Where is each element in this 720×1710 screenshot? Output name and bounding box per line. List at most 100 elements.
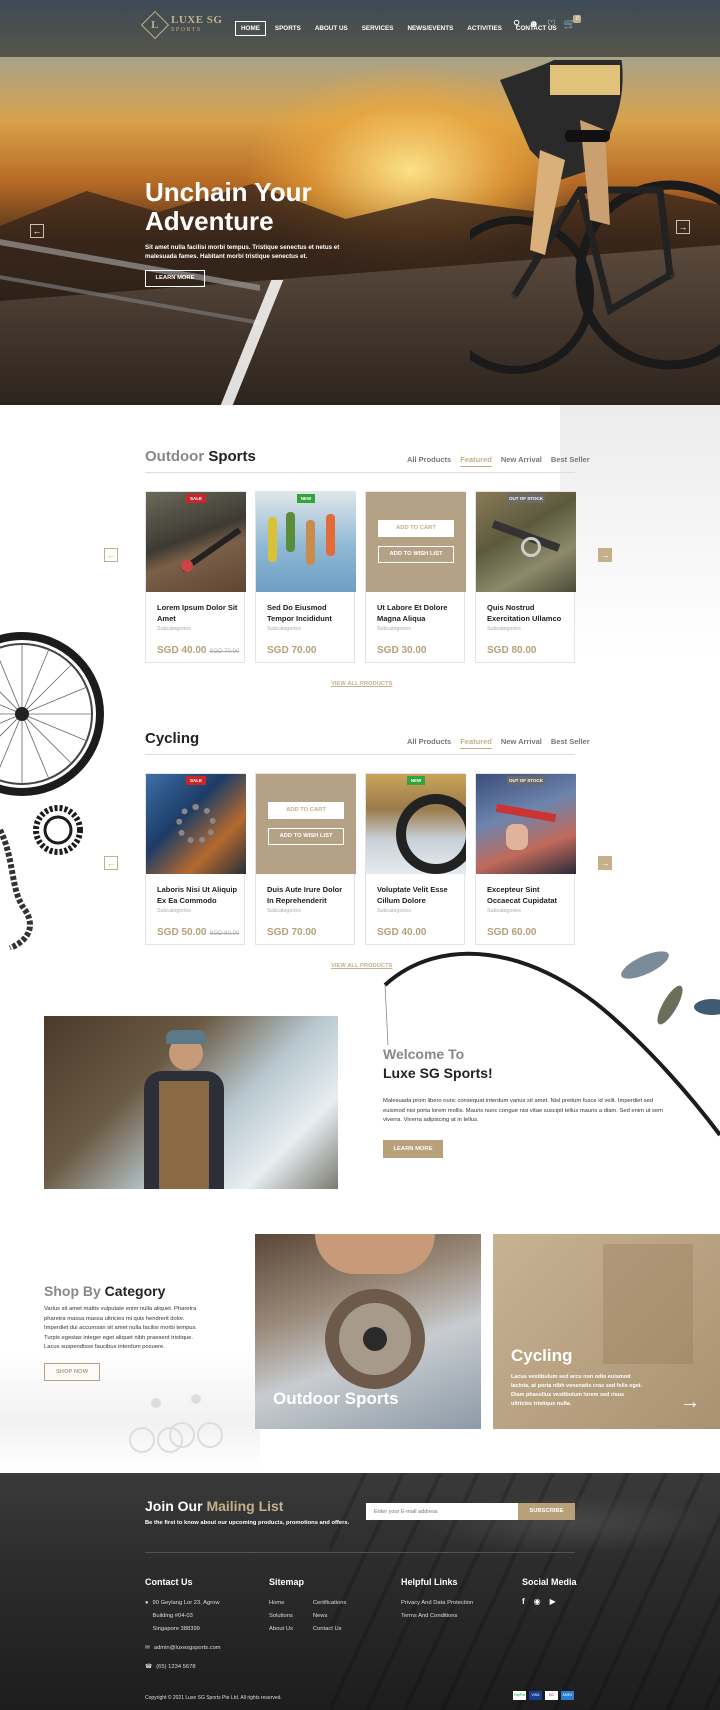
outdoor-next-arrow[interactable]: → [598, 548, 612, 562]
email-icon: ✉ [145, 1645, 150, 1651]
user-icon[interactable]: ☻ [528, 20, 539, 30]
payment-methods: PayPal VISA MC AMEX [513, 1691, 574, 1700]
email-input[interactable] [366, 1503, 518, 1520]
add-to-wishlist-button[interactable]: ADD TO WISH LIST [268, 828, 344, 845]
tab-all-products[interactable]: All Products [407, 455, 451, 467]
nav-about-us[interactable]: ABOUT US [310, 22, 353, 35]
social-title: Social Media [522, 1577, 577, 1587]
product-image[interactable]: OUT OF STOCK [476, 492, 576, 592]
cycling-next-arrow[interactable]: → [598, 856, 612, 870]
product-name[interactable]: Duis Aute Irure Dolor In Reprehenderit [267, 884, 349, 906]
product-image[interactable]: NEW [256, 492, 356, 592]
outdoor-section-title: Outdoor Sports [145, 448, 256, 465]
nav-home[interactable]: HOME [235, 21, 266, 36]
instagram-icon[interactable]: ◉ [534, 1597, 541, 1606]
product-category: Subcategories [267, 908, 301, 914]
add-to-wishlist-button[interactable]: ADD TO WISH LIST [378, 546, 454, 563]
sitemap-link-solutions[interactable]: Solutions [269, 1610, 293, 1623]
location-pin-icon: ● [145, 1600, 149, 1606]
header-icons: ⚲ ☻ ♡ 🛒 0 [513, 15, 582, 30]
old-price: SGD 70.00 [209, 649, 240, 655]
subscribe-button[interactable]: SUBSCRIBE [518, 1503, 575, 1520]
welcome-line2: Luxe SG Sports! [383, 1065, 493, 1081]
product-image-hover[interactable]: ADD TO CART ADD TO WISH LIST [256, 774, 356, 874]
cart-icon[interactable]: 🛒 0 [564, 15, 582, 30]
youtube-icon[interactable]: ▶ [550, 1597, 556, 1606]
cycling-prev-arrow[interactable]: ← [104, 856, 118, 870]
hero-next-arrow[interactable]: → [676, 220, 690, 234]
footer-divider [145, 1552, 575, 1553]
product-name[interactable]: Sed Do Eiusmod Tempor Incididunt [267, 602, 349, 624]
terms-link[interactable]: Terms And Conditions [401, 1610, 473, 1623]
product-card[interactable]: OUT OF STOCK Excepteur Sint Occaecat Cup… [475, 773, 576, 945]
add-to-cart-button[interactable]: ADD TO CART [268, 802, 344, 819]
product-category: Subcategories [267, 626, 301, 632]
product-card[interactable]: NEW Voluptate Velit Esse Cillum Dolore S… [365, 773, 466, 945]
cycling-category-label: Cycling [511, 1346, 573, 1365]
facebook-icon[interactable]: f [522, 1597, 525, 1606]
address-line: Singapore 388399 [152, 1626, 200, 1632]
product-category: Subcategories [377, 626, 411, 632]
contact-email[interactable]: admin@luxesgsports.com [154, 1642, 221, 1655]
cyclists-silhouette [129, 1394, 223, 1453]
product-name[interactable]: Excepteur Sint Occaecat Cupidatat [487, 884, 569, 906]
address-line: Building #04-03 [152, 1613, 193, 1619]
product-card[interactable]: NEW Sed Do Eiusmod Tempor Incididunt Sub… [255, 491, 356, 663]
outdoor-prev-arrow[interactable]: ← [104, 548, 118, 562]
product-card[interactable]: SALE Laboris Nisi Ut Aliquip Ex Ea Commo… [145, 773, 246, 945]
sitemap-link-home[interactable]: Home [269, 1597, 293, 1610]
product-card[interactable]: ADD TO CART ADD TO WISH LIST Duis Aute I… [255, 773, 356, 945]
mailing-text: Be the first to know about our upcoming … [145, 1520, 350, 1526]
product-card[interactable]: SALE Lorem Ipsum Dolor Sit Amet Subcateg… [145, 491, 246, 663]
sitemap-link-contact[interactable]: Contact Us [313, 1623, 347, 1636]
category-section-title: Shop By Category [44, 1283, 166, 1299]
tab-new-arrival[interactable]: New Arrival [501, 455, 542, 467]
tab-featured[interactable]: Featured [460, 455, 492, 467]
product-name[interactable]: Quis Nostrud Exercitation Ullamco [487, 602, 569, 624]
shop-now-button[interactable]: SHOP NOW [44, 1363, 100, 1381]
product-card[interactable]: ADD TO CART ADD TO WISH LIST Ut Labore E… [365, 491, 466, 663]
nav-news-events[interactable]: NEWS/EVENTS [402, 22, 458, 35]
sitemap-link-certifications[interactable]: Certifications [313, 1597, 347, 1610]
wishlist-heart-icon[interactable]: ♡ [547, 20, 556, 30]
category-tile-outdoor[interactable]: Outdoor Sports [255, 1234, 481, 1429]
product-name[interactable]: Laboris Nisi Ut Aliquip Ex Ea Commodo [157, 884, 239, 906]
privacy-link[interactable]: Privacy And Data Protection [401, 1597, 473, 1610]
product-image[interactable]: SALE [146, 774, 246, 874]
hero-prev-arrow[interactable]: ← [30, 224, 44, 238]
tab-best-seller[interactable]: Best Seller [551, 455, 590, 467]
category-tile-cycling[interactable]: Cycling Lacus vestibulum sed arcu non od… [493, 1234, 720, 1429]
tab-featured[interactable]: Featured [460, 737, 492, 749]
product-category: Subcategories [157, 626, 191, 632]
arrow-right-icon[interactable]: → [680, 1392, 700, 1412]
product-image[interactable]: NEW [366, 774, 466, 874]
tab-all-products[interactable]: All Products [407, 737, 451, 749]
tab-best-seller[interactable]: Best Seller [551, 737, 590, 749]
welcome-text: Malesuada proin libero nunc consequat in… [383, 1098, 663, 1123]
search-icon[interactable]: ⚲ [513, 20, 520, 30]
hero-title: Unchain Your Adventure [145, 177, 312, 236]
contact-phone[interactable]: (65) 1234 5678 [156, 1661, 195, 1674]
product-card[interactable]: OUT OF STOCK Quis Nostrud Exercitation U… [475, 491, 576, 663]
cart-count-badge: 0 [573, 15, 582, 23]
add-to-cart-button[interactable]: ADD TO CART [378, 520, 454, 537]
copyright: Copyright © 2021 Luxe SG Sports Pte Ltd.… [145, 1695, 282, 1701]
sitemap-link-about[interactable]: About Us [269, 1623, 293, 1636]
tab-new-arrival[interactable]: New Arrival [501, 737, 542, 749]
product-image[interactable]: SALE [146, 492, 246, 592]
product-name[interactable]: Lorem Ipsum Dolor Sit Amet [157, 602, 239, 624]
nav-sports[interactable]: SPORTS [270, 22, 306, 35]
outdoor-view-all-link[interactable]: VIEW ALL PRODUCTS [331, 681, 393, 687]
sitemap-link-news[interactable]: News [313, 1610, 347, 1623]
product-image-hover[interactable]: ADD TO CART ADD TO WISH LIST [366, 492, 466, 592]
nav-services[interactable]: SERVICES [357, 22, 399, 35]
fisherman-photo [44, 1016, 338, 1189]
welcome-learn-more-button[interactable]: LEARN MORE [383, 1140, 443, 1158]
brand-logo[interactable]: L LUXE SG SPORTS [140, 10, 223, 40]
hero-learn-more-button[interactable]: LEARN MORE [145, 270, 205, 287]
product-name[interactable]: Ut Labore Et Dolore Magna Aliqua [377, 602, 459, 624]
out-of-stock-badge: OUT OF STOCK [507, 776, 545, 785]
product-image[interactable]: OUT OF STOCK [476, 774, 576, 874]
nav-activities[interactable]: ACTIVITIES [462, 22, 507, 35]
product-name[interactable]: Voluptate Velit Esse Cillum Dolore [377, 884, 459, 906]
